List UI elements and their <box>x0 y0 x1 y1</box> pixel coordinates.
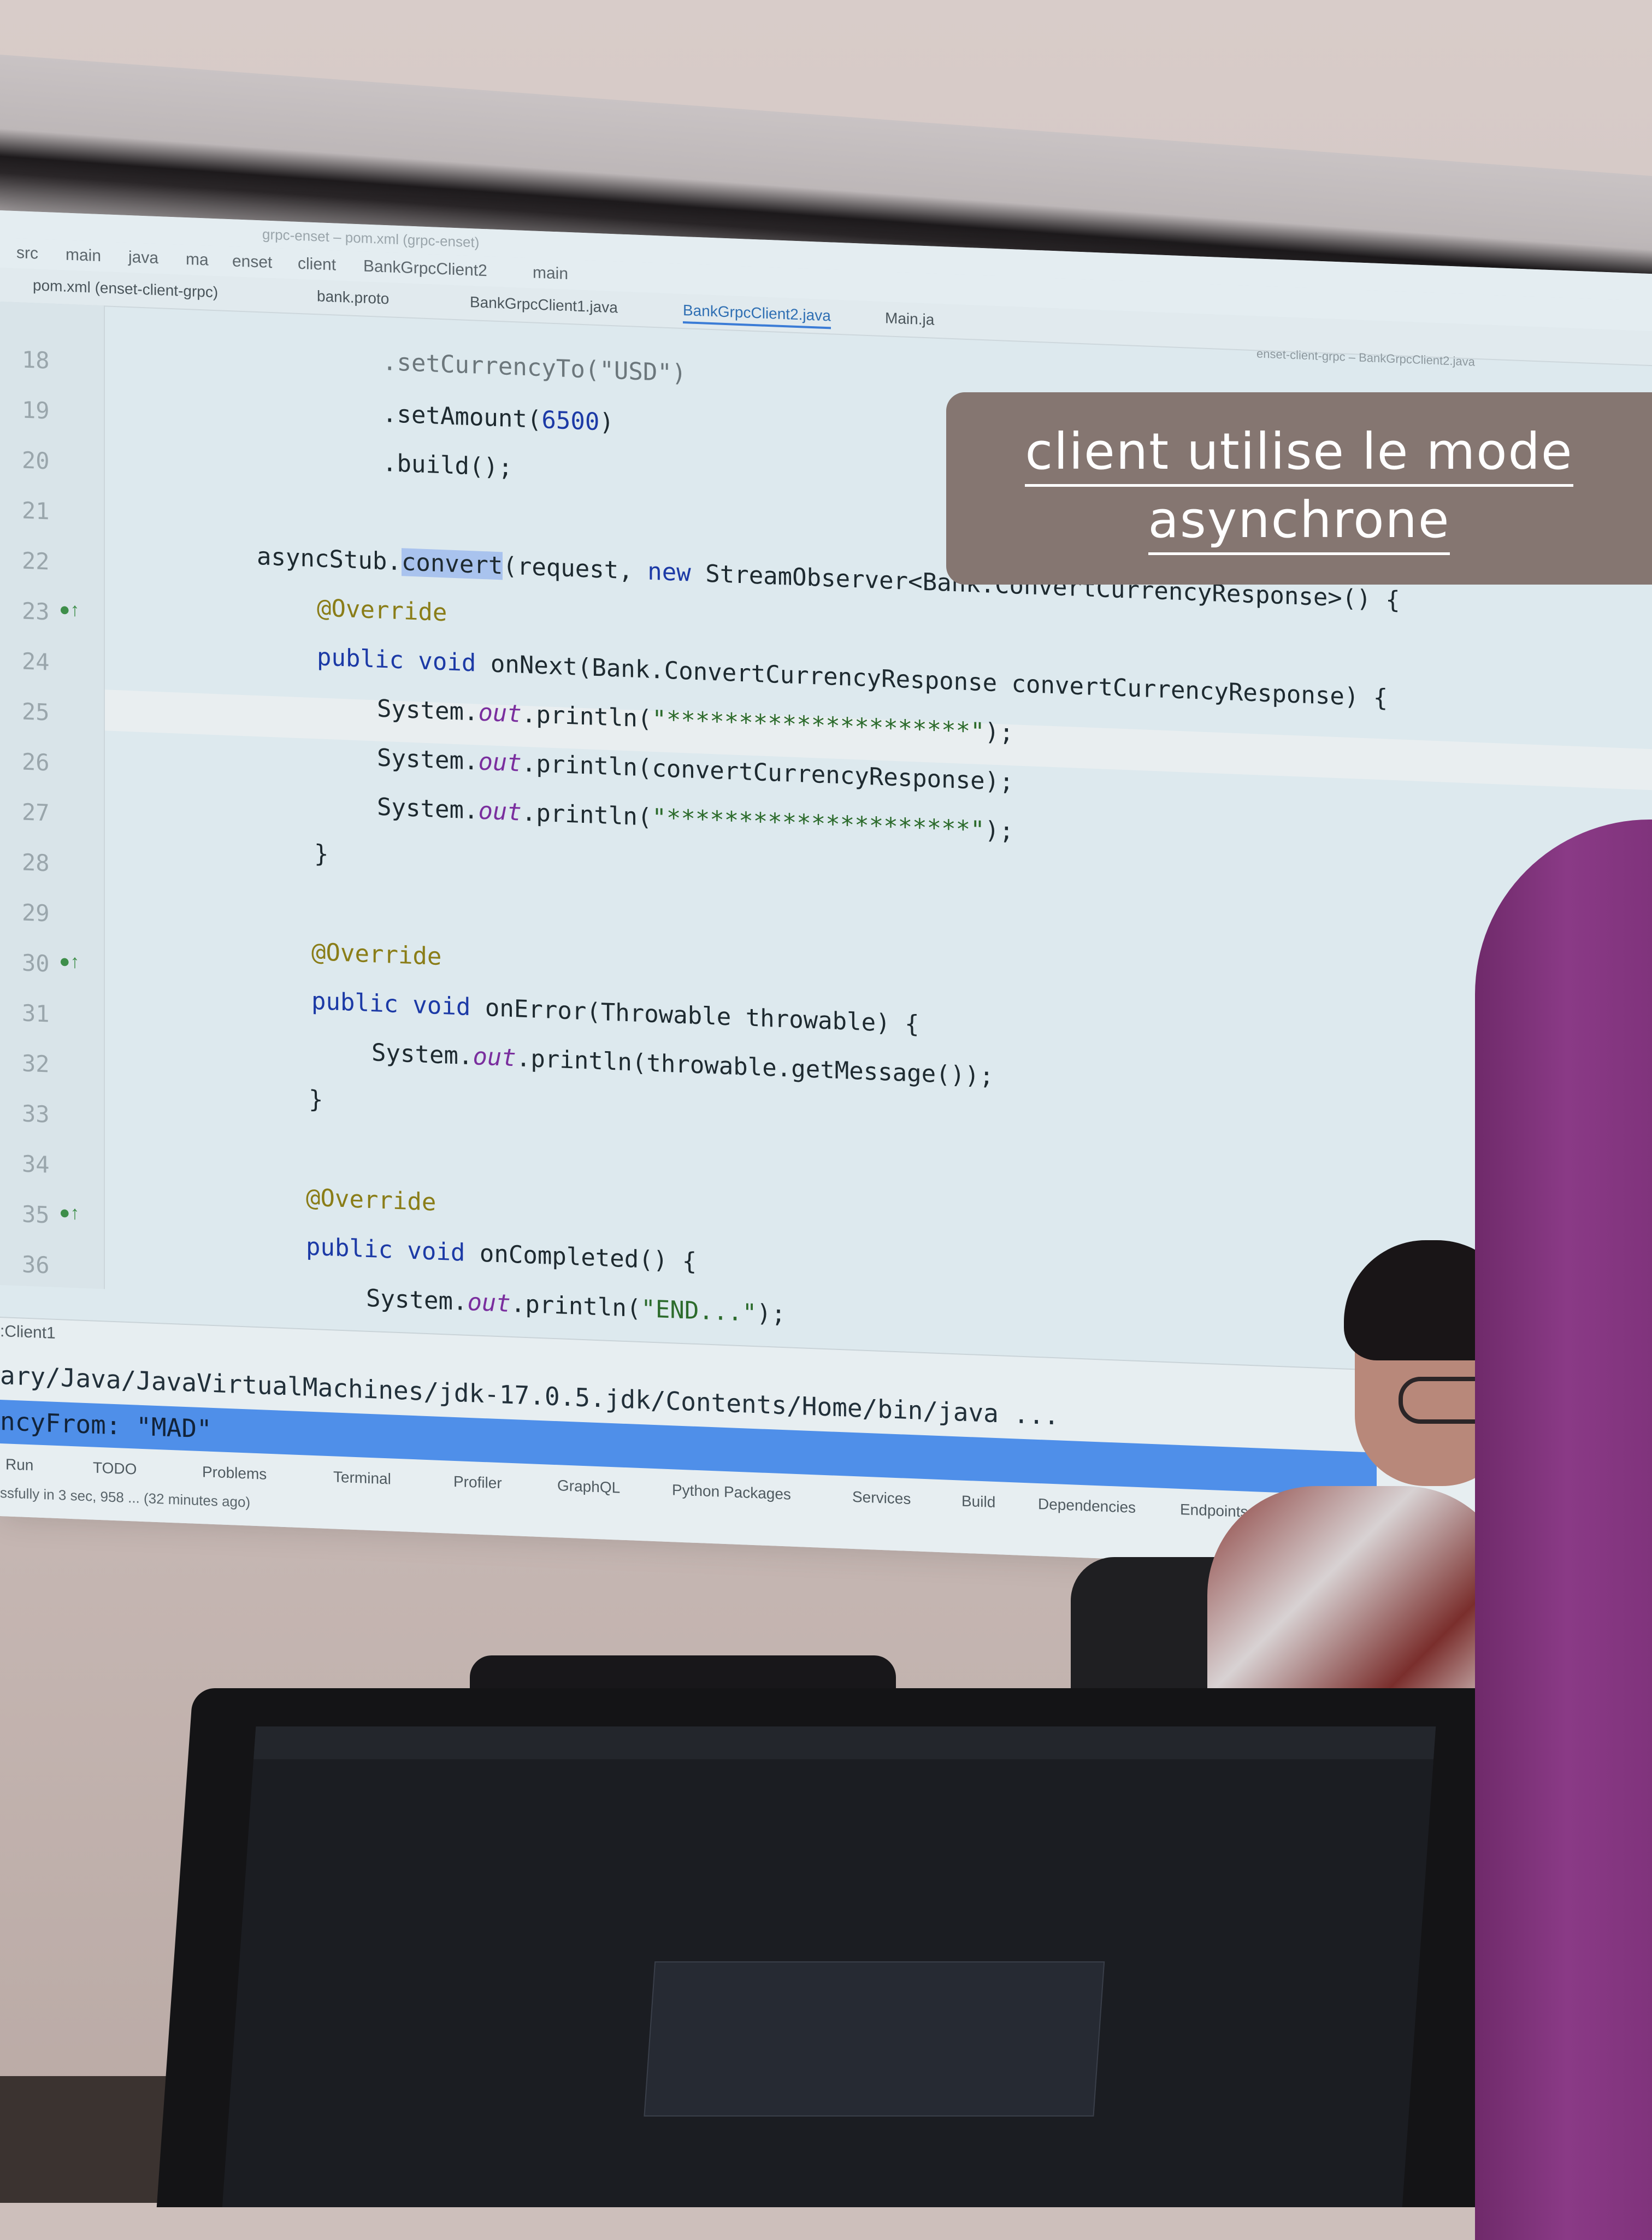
code-line-18: .setCurrencyTo("USD") <box>382 347 687 388</box>
code-token: asyncStub. <box>257 543 402 576</box>
code-field: out <box>478 797 522 827</box>
code-token: .println( <box>521 798 652 832</box>
code-keyword: public void <box>306 1233 465 1267</box>
toolbar-todo[interactable]: TODO <box>93 1459 137 1478</box>
code-line-19: .setAmount(6500) <box>382 400 614 437</box>
code-line-25: System.out.println("********************… <box>377 695 1014 747</box>
code-line-32: System.out.println(throwable.getMessage(… <box>371 1039 994 1090</box>
code-line-26: System.out.println(convertCurrencyRespon… <box>377 744 1014 797</box>
code-line-35: @Override <box>306 1183 436 1217</box>
code-token: ); <box>984 718 1014 747</box>
caption-overlay: client utilise le mode asynchrone <box>946 392 1652 585</box>
toolbar-run[interactable]: Run <box>5 1455 33 1474</box>
selected-token[interactable]: convert <box>401 548 503 580</box>
code-token: onCompleted() { <box>465 1239 697 1276</box>
code-line-23: @Override <box>317 594 447 627</box>
code-token: onNext(Bank.ConvertCurrencyResponse conv… <box>476 649 1388 712</box>
caption-text: asynchrone <box>1148 491 1450 555</box>
code-token: System. <box>377 744 479 776</box>
toolbar-python-packages[interactable]: Python Packages <box>672 1481 791 1503</box>
caption-line-1: client utilise le mode <box>946 422 1652 487</box>
code-field: out <box>478 698 522 728</box>
laptop-screen <box>222 1726 1436 2207</box>
code-token: System. <box>371 1039 473 1071</box>
code-line-28: } <box>314 840 329 869</box>
toolbar-services[interactable]: Services <box>852 1488 911 1508</box>
code-keyword: new <box>647 557 691 587</box>
laptop-menubar <box>253 1726 1436 1759</box>
code-line-20: .build(); <box>382 449 513 482</box>
run-tab[interactable]: :Client1 <box>0 1322 56 1343</box>
code-line-37: System.out.println("END..."); <box>366 1284 786 1329</box>
code-token: System. <box>377 694 479 727</box>
code-string: "END..." <box>641 1295 757 1328</box>
code-string: "*********************" <box>652 803 985 845</box>
laptop <box>156 1688 1515 2207</box>
code-token: throwable.getMessage()); <box>646 1049 994 1090</box>
code-token: ); <box>757 1299 786 1329</box>
code-line-30: @Override <box>311 938 442 971</box>
code-field: out <box>467 1288 511 1318</box>
toolbar-build[interactable]: Build <box>961 1493 995 1511</box>
code-token: System. <box>377 793 479 825</box>
toolbar-endpoints[interactable]: Endpoints <box>1180 1501 1248 1521</box>
code-token: .println( <box>510 1289 641 1323</box>
code-token: (request, <box>503 552 648 586</box>
code-token: .println( <box>521 700 652 733</box>
console-highlight-text: ncyFrom: "MAD" <box>0 1406 212 1444</box>
toolbar-profiler[interactable]: Profiler <box>453 1473 502 1492</box>
toolbar-problems[interactable]: Problems <box>202 1463 267 1483</box>
code-token: ); <box>984 816 1014 846</box>
caption-text: client utilise le mode <box>1025 422 1573 487</box>
code-line-27: System.out.println("********************… <box>377 793 1014 846</box>
code-number: 6500 <box>541 406 600 437</box>
code-line-31: public void onError(Throwable throwable)… <box>311 987 919 1039</box>
code-keyword: public void <box>317 643 476 677</box>
toolbar-terminal[interactable]: Terminal <box>333 1468 391 1488</box>
caption-line-2: asynchrone <box>946 491 1652 555</box>
code-line-36: public void onCompleted() { <box>306 1233 697 1276</box>
foreground-person <box>1475 820 1652 2240</box>
laptop-project-tree <box>245 1808 578 2191</box>
code-line-33: } <box>309 1085 323 1114</box>
code-field: out <box>473 1042 516 1072</box>
code-keyword: public void <box>311 987 471 1022</box>
code-token: .setAmount( <box>382 399 542 434</box>
toolbar-dependencies[interactable]: Dependencies <box>1038 1495 1136 1517</box>
code-token: ) <box>599 408 614 437</box>
code-token: System. <box>366 1284 468 1316</box>
code-string: "*********************" <box>652 705 985 746</box>
code-token: .println( <box>521 749 652 782</box>
code-token: .println( <box>516 1044 647 1077</box>
toolbar-graphql[interactable]: GraphQL <box>557 1477 620 1496</box>
code-field: out <box>478 747 522 777</box>
code-token: onError(Throwable throwable) { <box>470 993 919 1039</box>
code-token: convertCurrencyResponse); <box>652 754 1014 797</box>
laptop-autocomplete-popup <box>644 1961 1105 2117</box>
